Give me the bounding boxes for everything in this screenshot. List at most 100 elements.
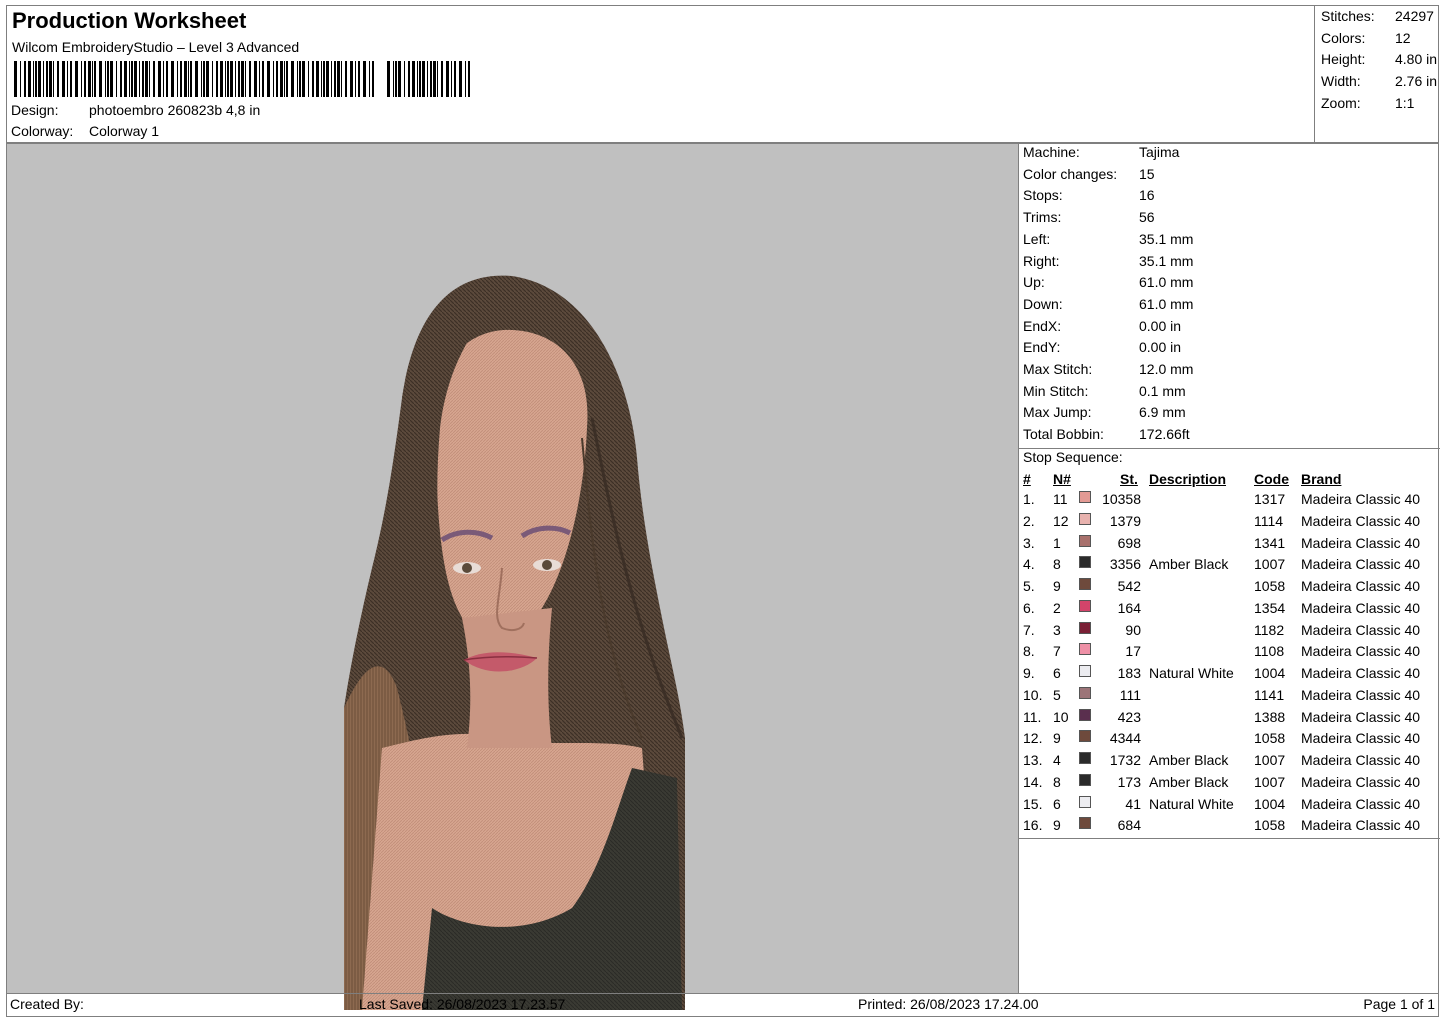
color-swatch — [1079, 578, 1091, 590]
machine-info-value: 61.0 mm — [1139, 274, 1194, 291]
row-brand: Madeira Classic 40 — [1301, 534, 1421, 551]
row-index: 16. — [1023, 817, 1043, 834]
barcode-image — [14, 61, 470, 97]
row-needle: 9 — [1053, 730, 1061, 747]
machine-info-row: Machine: Tajima — [1023, 144, 1179, 160]
row-brand: Madeira Classic 40 — [1301, 491, 1421, 507]
stop-sequence-title: Stop Sequence: — [1023, 449, 1123, 465]
row-index: 11. — [1023, 708, 1042, 725]
row-brand: Madeira Classic 40 — [1301, 752, 1421, 768]
table-row: 3. 1 698 1341 Madeira Classic 40 — [1019, 534, 1440, 557]
row-code: 1114 — [1254, 512, 1284, 529]
worksheet-header: Production Worksheet Wilcom EmbroiderySt… — [6, 5, 1439, 143]
table-row: 5. 9 542 1058 Madeira Classic 40 — [1019, 578, 1440, 600]
table-row: 1. 11 10358 1317 Madeira Classic 40 — [1019, 491, 1440, 513]
divider — [1019, 838, 1440, 839]
row-index: 14. — [1023, 773, 1043, 790]
row-brand: Madeira Classic 40 — [1301, 730, 1421, 747]
row-needle: 6 — [1053, 665, 1061, 681]
colorway-label: Colorway: — [11, 123, 74, 139]
color-swatch — [1079, 599, 1091, 612]
row-needle: 8 — [1053, 556, 1061, 573]
row-stitches: 111 — [1119, 686, 1141, 703]
machine-info-row: Down: 61.0 mm — [1023, 295, 1193, 312]
summary-row: Stitches: 24297 — [1321, 8, 1434, 24]
machine-info-label: Down: — [1023, 295, 1063, 312]
machine-info-label: EndY: — [1023, 339, 1061, 356]
color-swatch — [1079, 665, 1091, 677]
row-code: 1058 — [1254, 730, 1286, 747]
row-stitches: 698 — [1117, 534, 1141, 551]
summary-label: Zoom: — [1321, 94, 1361, 111]
row-code: 1182 — [1254, 621, 1285, 638]
table-row: 12. 9 4344 1058 Madeira Classic 40 — [1019, 730, 1440, 752]
summary-row: Colors: 12 — [1321, 30, 1411, 46]
row-brand: Madeira Classic 40 — [1301, 708, 1421, 725]
machine-info-label: Total Bobbin: — [1023, 426, 1104, 443]
color-swatch — [1079, 817, 1091, 830]
last-saved: Last Saved: 26/08/2023 17.23.57 — [359, 996, 566, 1012]
machine-info-row: Up: 61.0 mm — [1023, 274, 1193, 291]
row-brand: Madeira Classic 40 — [1301, 512, 1421, 529]
row-description: Amber Black — [1149, 752, 1229, 768]
color-swatch — [1079, 773, 1091, 786]
row-index: 8. — [1023, 643, 1035, 660]
row-brand: Madeira Classic 40 — [1301, 599, 1421, 616]
row-needle: 2 — [1053, 599, 1061, 616]
design-value: photoembro 260823b 4,8 in — [89, 102, 261, 118]
machine-info-label: Stops: — [1023, 187, 1063, 204]
row-stitches: 90 — [1125, 621, 1141, 638]
row-brand: Madeira Classic 40 — [1301, 795, 1421, 812]
design-canvas[interactable] — [6, 143, 1019, 1010]
row-stitches: 684 — [1117, 817, 1141, 834]
machine-info-label: Machine: — [1023, 144, 1080, 160]
machine-info-label: Up: — [1023, 274, 1045, 291]
summary-value: 1:1 — [1395, 94, 1415, 111]
row-brand: Madeira Classic 40 — [1301, 665, 1421, 681]
col-header-index: # — [1023, 471, 1031, 487]
row-code: 1317 — [1254, 491, 1286, 507]
summary-row: Width: 2.76 in — [1321, 73, 1437, 89]
row-code: 1058 — [1254, 817, 1286, 834]
machine-info-label: Left: — [1023, 230, 1051, 247]
col-header-description: Description — [1149, 471, 1227, 487]
page-number: Page 1 of 1 — [1363, 996, 1435, 1012]
row-stitches: 17 — [1125, 643, 1141, 660]
row-needle: 7 — [1053, 643, 1061, 660]
row-code: 1004 — [1254, 665, 1286, 681]
row-code: 1141 — [1254, 686, 1285, 703]
row-index: 10. — [1023, 686, 1043, 703]
table-row: 14. 8 173 Amber Black 1007 Madeira Classic 40 — [1019, 773, 1440, 796]
summary-row: Zoom: 1:1 — [1321, 94, 1414, 111]
page-title: Production Worksheet — [12, 8, 247, 33]
machine-info-value: 35.1 mm — [1139, 230, 1194, 247]
table-row: 4. 8 3356 Amber Black 1007 Madeira Classic 40 — [1019, 556, 1440, 578]
row-code: 1007 — [1254, 556, 1286, 573]
created-by: Created By: — [10, 996, 84, 1012]
row-needle: 5 — [1053, 686, 1061, 703]
row-index: 4. — [1023, 556, 1035, 573]
row-description: Natural White — [1149, 665, 1234, 681]
design-summary: Stitches: 24297 Colors: 12 Height: 4.80 in Wid… — [1314, 5, 1441, 143]
printed-date: Printed: 26/08/2023 17.24.00 — [858, 996, 1039, 1012]
colorway-value: Colorway 1 — [89, 123, 160, 139]
color-swatch — [1079, 730, 1091, 743]
row-index: 15. — [1023, 795, 1043, 812]
machine-info-row: Max Jump: 6.9 mm — [1023, 404, 1186, 420]
row-index: 9. — [1023, 665, 1035, 681]
col-header-stitches: St. — [1120, 471, 1138, 487]
row-needle: 6 — [1053, 795, 1061, 812]
row-stitches: 183 — [1117, 665, 1141, 681]
row-index: 7. — [1023, 621, 1035, 638]
row-code: 1388 — [1254, 708, 1286, 725]
color-swatch — [1079, 708, 1091, 721]
row-brand: Madeira Classic 40 — [1301, 578, 1421, 594]
row-needle: 1 — [1053, 534, 1061, 551]
software-name: Wilcom EmbroideryStudio – Level 3 Advanc… — [12, 39, 300, 55]
row-code: 1007 — [1254, 773, 1286, 790]
row-description: Amber Black — [1149, 556, 1229, 573]
summary-label: Stitches: — [1321, 8, 1375, 24]
row-brand: Madeira Classic 40 — [1301, 621, 1421, 638]
row-brand: Madeira Classic 40 — [1301, 817, 1421, 834]
machine-info-row: EndX: 0.00 in — [1023, 318, 1181, 334]
